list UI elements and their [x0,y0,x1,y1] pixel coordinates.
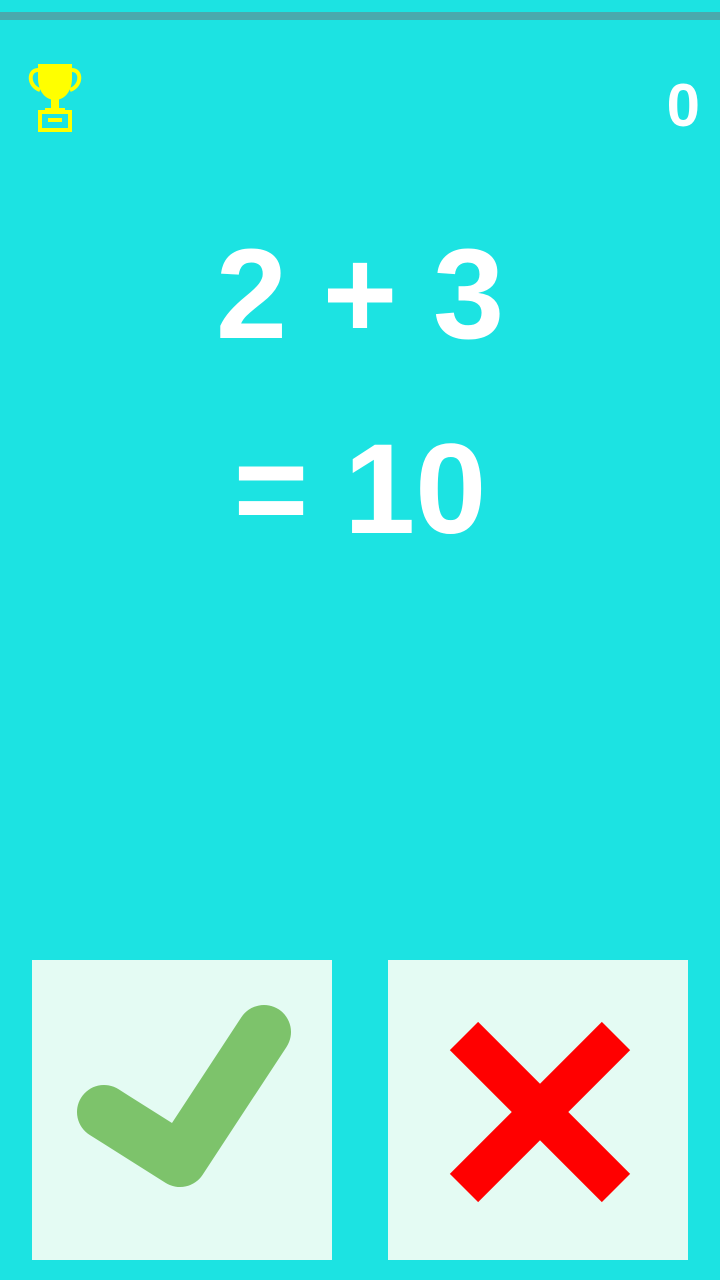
trophy-button[interactable] [26,60,84,132]
correct-button[interactable] [32,960,332,1260]
equation-answer: = 10 [233,418,487,561]
wrong-button[interactable] [388,960,688,1260]
checkmark-icon [77,1005,291,1187]
top-strip [0,12,720,20]
trophy-icon [28,64,82,132]
score-value: 0 [666,72,700,139]
equation-question: 2 + 3 [215,223,505,366]
cross-icon [449,1021,631,1203]
